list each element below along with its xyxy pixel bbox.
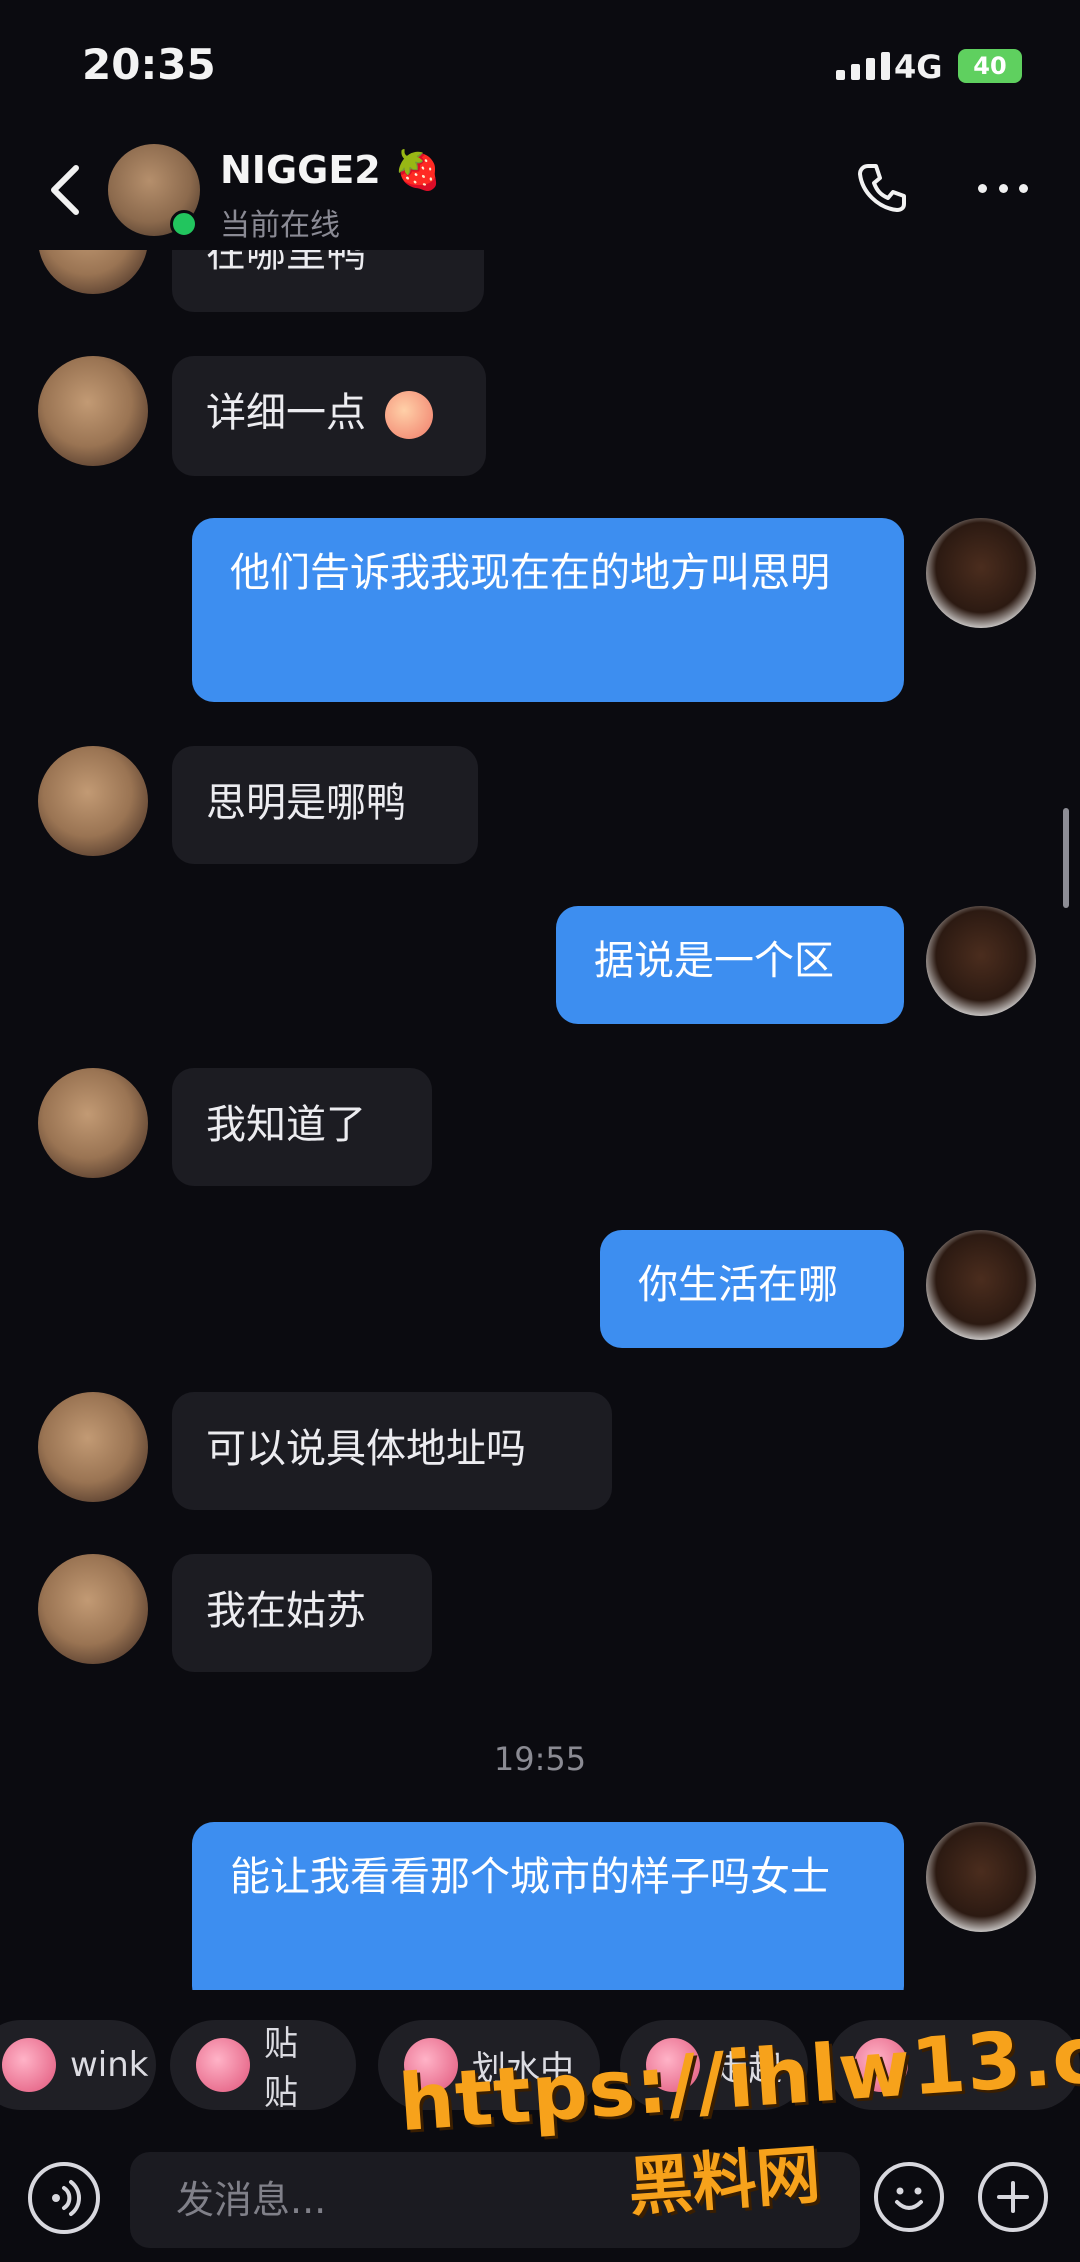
plus-icon: [997, 2181, 1029, 2213]
message-bubble[interactable]: 能让我看看那个城市的样子吗女士: [192, 1822, 904, 2008]
message-text: 可以说具体地址吗: [206, 1426, 526, 1472]
phone-icon: [858, 164, 906, 212]
message-text: 我在姑苏: [206, 1588, 366, 1634]
my-avatar[interactable]: [926, 1230, 1036, 1340]
message-bubble[interactable]: 他们告诉我我现在在的地方叫思明: [192, 518, 904, 702]
chevron-left-icon: [51, 165, 79, 215]
message-text: 能让我看看那个城市的样子吗女士: [230, 1854, 830, 1900]
chat-header: NIGGE2 🍓 当前在线: [0, 130, 1080, 250]
contact-name[interactable]: NIGGE2 🍓: [220, 148, 441, 193]
strawberry-icon: 🍓: [393, 148, 442, 192]
message-bubble[interactable]: 我在姑苏: [172, 1554, 432, 1672]
contact-message-avatar[interactable]: [38, 1392, 148, 1502]
my-avatar[interactable]: [926, 906, 1036, 1016]
watermark-site: 黑料网: [626, 2138, 823, 2226]
message-text: 我知道了: [206, 1102, 366, 1148]
sticker-label: wink: [70, 2045, 149, 2085]
contact-message-avatar[interactable]: [38, 1068, 148, 1178]
contact-message-avatar[interactable]: [38, 746, 148, 856]
my-avatar[interactable]: [926, 518, 1036, 628]
emoji-button[interactable]: [874, 2162, 944, 2232]
input-bar: 发消息...: [0, 2140, 1080, 2262]
contact-message-avatar[interactable]: [38, 356, 148, 466]
sticker-icon: [2, 2038, 56, 2092]
sticker-chip[interactable]: wink: [0, 2020, 156, 2110]
voice-icon: [52, 2180, 81, 2216]
status-bar: 20:35 4G 40: [0, 0, 1080, 130]
message-text: 你生活在哪: [638, 1262, 838, 1308]
call-button[interactable]: [854, 160, 910, 216]
message-timestamp: 19:55: [493, 1740, 587, 1778]
message-text: 据说是一个区: [594, 938, 834, 984]
message-bubble[interactable]: 据说是一个区: [556, 906, 904, 1024]
contact-name-text: NIGGE2: [220, 148, 381, 192]
message-bubble[interactable]: 思明是哪鸭: [172, 746, 478, 864]
my-avatar[interactable]: [926, 1822, 1036, 1932]
message-bubble[interactable]: 我知道了: [172, 1068, 432, 1186]
more-actions-button[interactable]: [978, 2162, 1048, 2232]
contact-message-avatar[interactable]: [38, 1554, 148, 1664]
sticker-icon: [196, 2038, 250, 2092]
voice-button[interactable]: [28, 2162, 100, 2234]
battery-icon: 40: [958, 49, 1022, 83]
signal-icon: [836, 52, 890, 80]
sticker-emoji-icon: [384, 391, 433, 439]
message-bubble[interactable]: 你生活在哪: [600, 1230, 904, 1348]
more-icon: [978, 183, 987, 193]
message-text: 详细一点: [206, 390, 366, 436]
message-bubble[interactable]: 详细一点: [172, 356, 486, 476]
online-status-text: 当前在线: [220, 208, 340, 243]
scrollbar[interactable]: [1063, 808, 1069, 908]
status-time: 20:35: [82, 40, 216, 89]
back-button[interactable]: [42, 160, 90, 220]
online-status-icon: [170, 210, 198, 238]
message-text: 思明是哪鸭: [206, 780, 406, 826]
sticker-label: 贴贴: [264, 2024, 298, 2113]
network-type: 4G: [894, 48, 943, 86]
message-text: 他们告诉我我现在在的地方叫思明: [230, 550, 830, 596]
message-bubble[interactable]: 可以说具体地址吗: [172, 1392, 612, 1510]
sticker-chip[interactable]: 贴贴: [170, 2020, 356, 2113]
more-button[interactable]: [978, 178, 1028, 198]
smile-icon: [895, 2187, 923, 2210]
